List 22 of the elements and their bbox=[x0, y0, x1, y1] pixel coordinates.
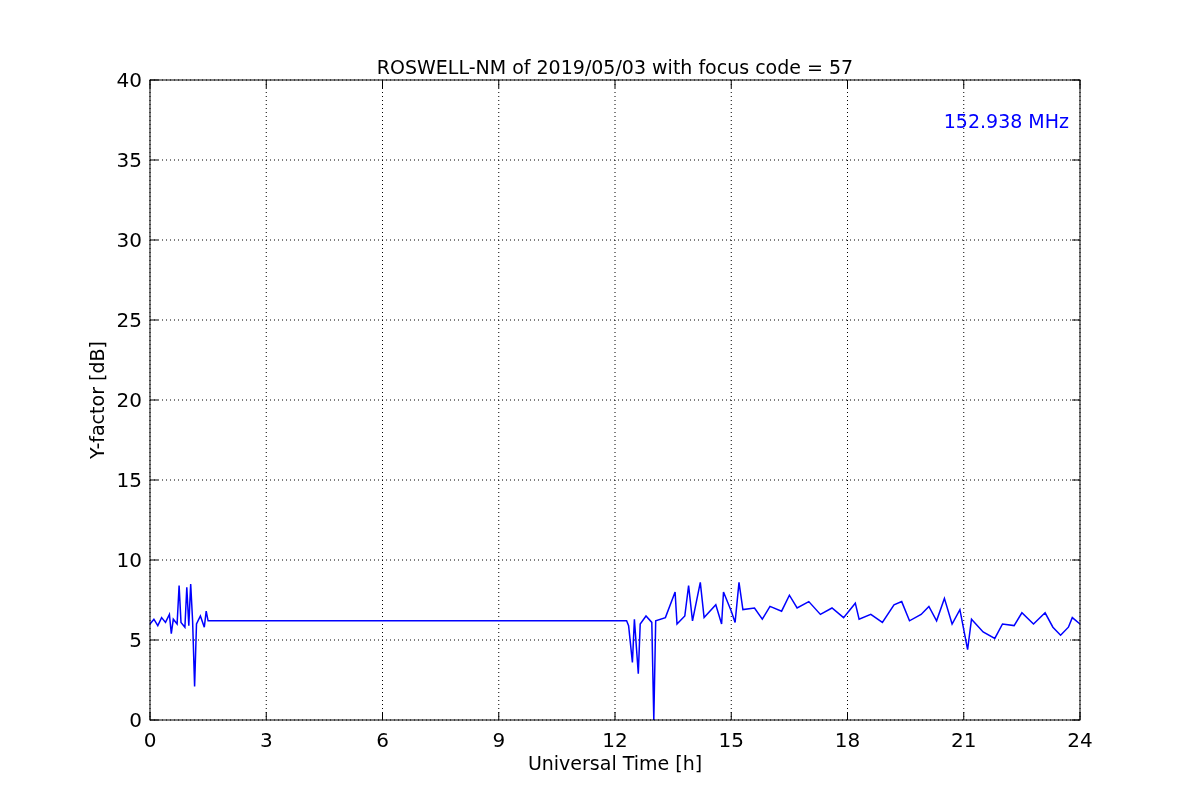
y-tick-label: 30 bbox=[116, 228, 142, 252]
chart-title: ROSWELL-NM of 2019/05/03 with focus code = 57 bbox=[376, 56, 854, 78]
y-tick-label: 40 bbox=[116, 68, 142, 92]
y-tick-label: 25 bbox=[116, 308, 142, 332]
x-tick-label: 6 bbox=[376, 728, 389, 752]
x-tick-label: 21 bbox=[951, 728, 977, 752]
x-tick-label: 3 bbox=[259, 728, 273, 752]
x-tick-label: 9 bbox=[492, 728, 506, 752]
series-label: 152.938 MHz bbox=[943, 110, 1069, 132]
x-tick-label: 18 bbox=[834, 728, 861, 752]
x-tick-label: 15 bbox=[718, 728, 744, 752]
x-tick-label: 24 bbox=[1067, 728, 1093, 752]
x-axis-title: Universal Time [h] bbox=[527, 752, 703, 774]
y-tick-label: 0 bbox=[129, 708, 142, 732]
x-tick-label: 12 bbox=[602, 728, 628, 752]
y-tick-label: 10 bbox=[116, 548, 142, 572]
x-tick-label: 0 bbox=[143, 728, 157, 752]
y-tick-label: 20 bbox=[116, 388, 142, 412]
y-tick-label: 35 bbox=[116, 148, 142, 172]
y-tick-label: 15 bbox=[116, 468, 142, 492]
y-tick-label: 5 bbox=[129, 628, 142, 652]
y-axis-title: Y-factor [dB] bbox=[86, 341, 108, 459]
